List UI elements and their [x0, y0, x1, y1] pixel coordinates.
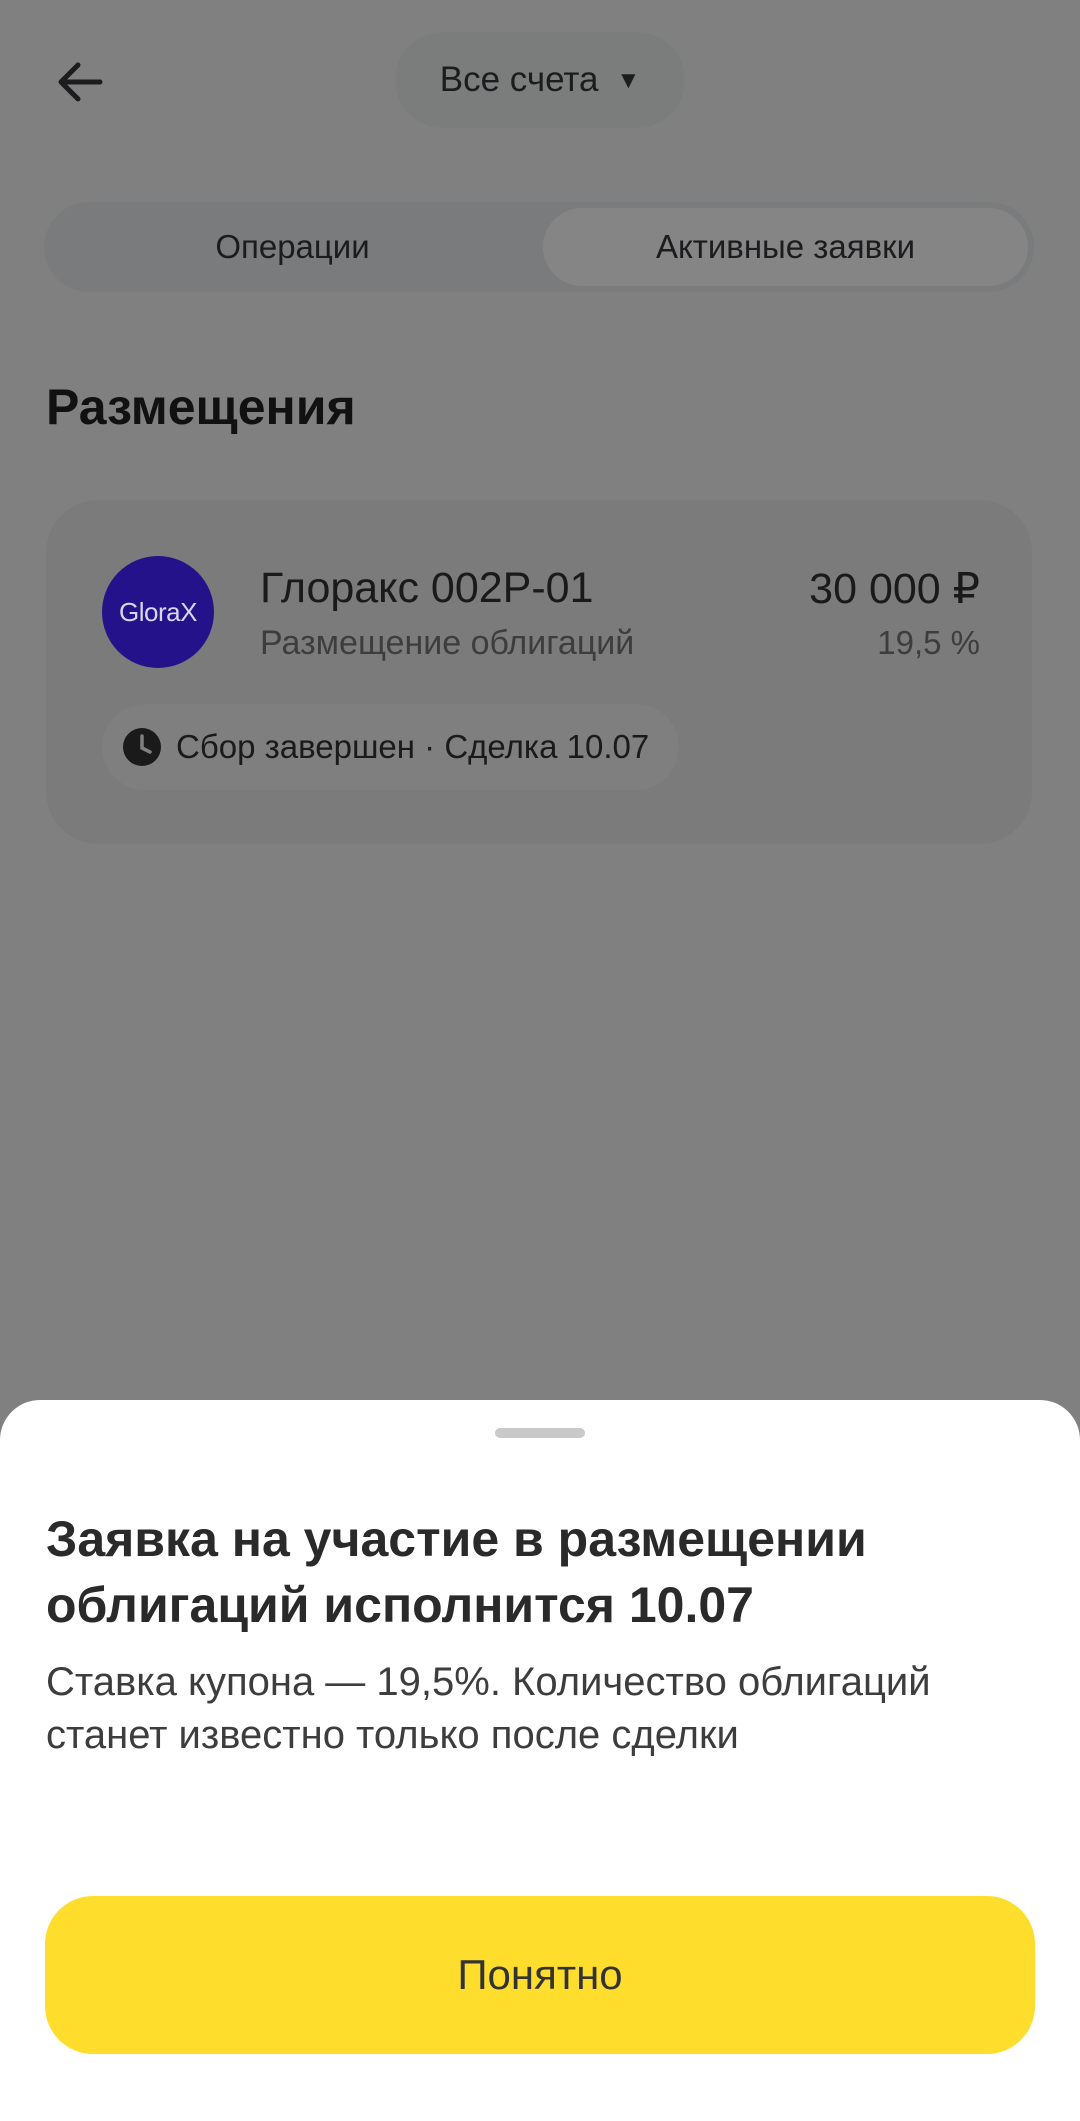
sheet-description: Ставка купона — 19,5%. Количество облига… [46, 1660, 931, 1757]
status-badge: Сбор завершен · Сделка 10.07 [102, 704, 680, 790]
screen: Все счета ▼ Операции Активные заявки Раз… [0, 0, 1080, 2121]
tab-bar: Операции Активные заявки [44, 202, 1034, 292]
account-selector[interactable]: Все счета ▼ [395, 32, 685, 128]
tab-active-orders[interactable]: Активные заявки [543, 208, 1028, 286]
bond-name: Глоракс 002P-01 [260, 564, 594, 612]
sheet-title: Заявка на участие в размещении облигаций… [46, 1511, 867, 1633]
status-text: Сбор завершен · Сделка 10.07 [176, 728, 650, 765]
clock-icon [123, 728, 161, 766]
issuer-logo-text: GloraX [119, 596, 197, 627]
section-title: Размещения [46, 379, 356, 435]
account-selector-label: Все счета [439, 60, 599, 99]
bottom-sheet: Заявка на участие в размещении облигаций… [0, 1400, 1080, 2121]
tab-active-orders-label: Активные заявки [655, 228, 916, 265]
placement-card[interactable]: GloraX Глоракс 002P-01 Размещение облига… [46, 500, 1032, 844]
understood-button[interactable]: Понятно [45, 1896, 1035, 2054]
bond-subtitle: Размещение облигаций [260, 624, 635, 662]
caret-down-icon: ▼ [616, 67, 641, 94]
order-amount: 30 000 ₽ [809, 565, 980, 613]
tab-operations[interactable]: Операции [50, 208, 535, 286]
sheet-drag-handle[interactable] [495, 1428, 585, 1438]
issuer-logo: GloraX [102, 556, 214, 668]
back-button[interactable] [48, 50, 112, 114]
arrow-left-icon [58, 62, 103, 102]
understood-button-label: Понятно [457, 1951, 623, 1998]
tab-operations-label: Операции [215, 228, 370, 265]
coupon-rate: 19,5 % [877, 624, 980, 661]
